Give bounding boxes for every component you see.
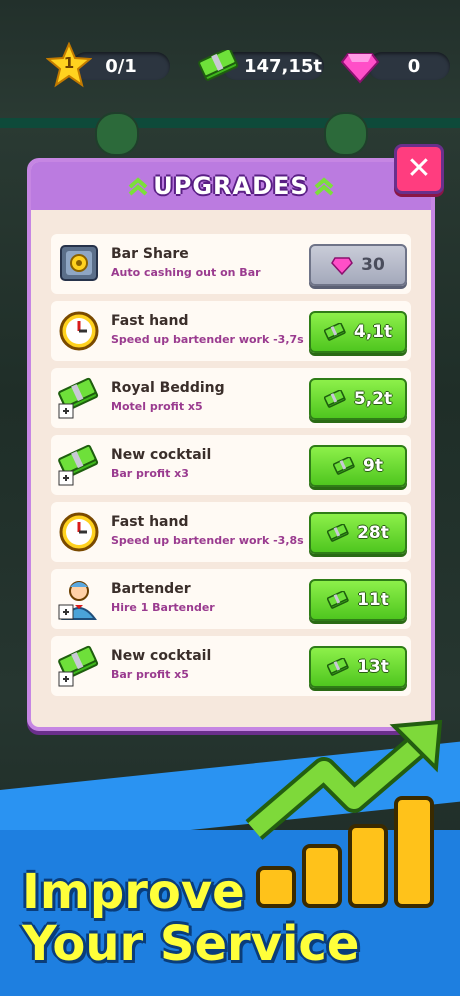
upgrade-row: Bar Share Auto cashing out on Bar 30 bbox=[51, 234, 411, 294]
completed-check-icon bbox=[324, 112, 368, 156]
upgrade-name: Fast hand bbox=[111, 514, 189, 530]
upgrade-description: Motel profit x5 bbox=[111, 400, 203, 413]
promo-line-1: Improve bbox=[22, 864, 245, 920]
upgrade-row: Bartender Hire 1 Bartender 11t bbox=[51, 569, 411, 629]
buy-upgrade-button[interactable]: 13t bbox=[309, 646, 407, 688]
upgrade-name: New cocktail bbox=[111, 648, 212, 664]
cash-icon bbox=[333, 457, 359, 475]
upgrade-description: Auto cashing out on Bar bbox=[111, 266, 261, 279]
buy-upgrade-button[interactable]: 28t bbox=[309, 512, 407, 554]
panel-title: UPGRADES bbox=[153, 172, 309, 200]
safe-icon bbox=[57, 242, 101, 286]
upgrade-row: New cocktail Bar profit x5 13t bbox=[51, 636, 411, 696]
cash-icon bbox=[323, 323, 350, 341]
chevron-up-icon bbox=[314, 177, 334, 196]
upgrades-panel: UPGRADES Bar Share Auto cashing out on Ba… bbox=[27, 158, 435, 731]
buy-upgrade-button[interactable]: 9t bbox=[309, 445, 407, 487]
cash-plus-icon bbox=[57, 443, 101, 487]
upgrade-description: Speed up bartender work -3,8s bbox=[111, 534, 304, 547]
upgrade-description: Speed up bartender work -3,7s bbox=[111, 333, 304, 346]
upgrade-price: 9t bbox=[363, 456, 383, 476]
panel-header: UPGRADES bbox=[31, 162, 431, 210]
clock-icon bbox=[57, 309, 101, 353]
gem-icon bbox=[331, 255, 357, 275]
close-icon: ✕ bbox=[406, 151, 432, 186]
upgrade-name: Bartender bbox=[111, 581, 191, 597]
cash-amount: 147,15t bbox=[243, 55, 323, 77]
chevron-up-icon bbox=[128, 177, 148, 196]
buy-upgrade-button[interactable]: 5,2t bbox=[309, 378, 407, 420]
cash-icon bbox=[323, 390, 350, 408]
cash-plus-icon bbox=[57, 644, 101, 688]
close-button[interactable]: ✕ bbox=[394, 144, 444, 194]
promo-line-2: Your Service bbox=[22, 916, 360, 972]
upgrade-row: Fast hand Speed up bartender work -3,8s 28… bbox=[51, 502, 411, 562]
gems-counter: 0 bbox=[368, 52, 450, 80]
upgrade-name: Royal Bedding bbox=[111, 380, 225, 396]
cash-icon bbox=[327, 524, 353, 542]
cash-icon bbox=[327, 658, 353, 676]
upgrade-row: Royal Bedding Motel profit x5 5,2t bbox=[51, 368, 411, 428]
buy-upgrade-button[interactable]: 30 bbox=[309, 244, 407, 286]
bartender-icon bbox=[57, 577, 101, 621]
upgrade-price: 11t bbox=[357, 590, 389, 610]
promo-headline: Improve Your Service bbox=[22, 866, 359, 970]
buy-upgrade-button[interactable]: 4,1t bbox=[309, 311, 407, 353]
star-level: 1 bbox=[63, 54, 75, 72]
buy-upgrade-button[interactable]: 11t bbox=[309, 579, 407, 621]
upgrade-row: New cocktail Bar profit x3 9t bbox=[51, 435, 411, 495]
upgrade-row: Fast hand Speed up bartender work -3,7s 4,… bbox=[51, 301, 411, 361]
upgrade-price: 5,2t bbox=[353, 389, 393, 409]
cash-plus-icon bbox=[57, 376, 101, 420]
upgrade-name: New cocktail bbox=[111, 447, 212, 463]
completed-check-icon bbox=[95, 112, 139, 156]
road-strip bbox=[0, 118, 460, 128]
gem-icon bbox=[340, 53, 380, 84]
clock-icon bbox=[57, 510, 101, 554]
upgrade-price: 4,1t bbox=[353, 322, 393, 342]
upgrade-name: Fast hand bbox=[111, 313, 189, 329]
upgrade-price: 13t bbox=[357, 657, 389, 677]
cash-icon bbox=[327, 591, 353, 609]
upgrade-name: Bar Share bbox=[111, 246, 189, 262]
upgrade-price: 30 bbox=[361, 255, 385, 275]
top-bar: 0/1 1 147,15t 0 bbox=[0, 40, 460, 90]
upgrade-description: Bar profit x5 bbox=[111, 668, 189, 681]
gems-amount: 0 bbox=[407, 55, 421, 77]
upgrade-price: 28t bbox=[357, 523, 389, 543]
upgrade-description: Hire 1 Bartender bbox=[111, 601, 215, 614]
upgrade-description: Bar profit x3 bbox=[111, 467, 189, 480]
cash-icon bbox=[198, 50, 239, 81]
